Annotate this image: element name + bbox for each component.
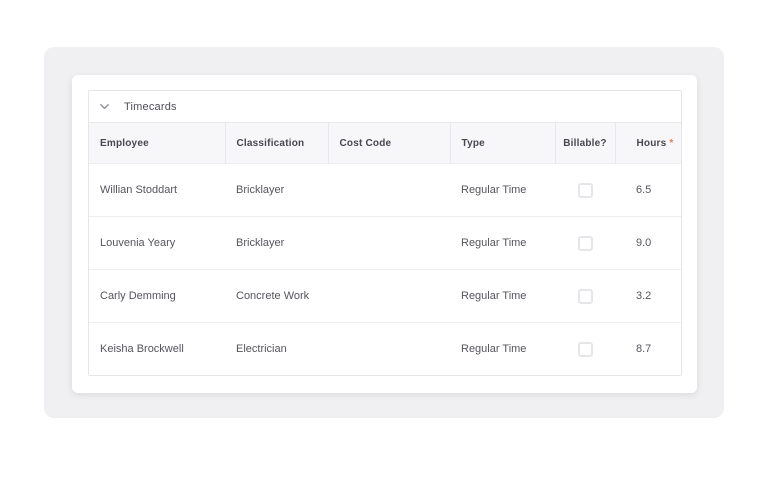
billable-cell — [555, 217, 615, 270]
type-cell: Regular Time — [450, 217, 555, 270]
billable-cell — [555, 323, 615, 376]
column-header-type: Type — [450, 123, 555, 164]
column-header-hours: Hours* — [615, 123, 681, 164]
cost-code-cell — [328, 323, 450, 376]
billable-checkbox[interactable] — [578, 183, 593, 198]
timecards-card: Timecards Employee Classification — [72, 75, 697, 393]
cost-code-cell — [328, 217, 450, 270]
table-header-row: Employee Classification Cost Code Type B — [89, 123, 681, 164]
type-cell: Regular Time — [450, 270, 555, 323]
billable-checkbox[interactable] — [578, 342, 593, 357]
billable-cell — [555, 164, 615, 217]
table-row: Carly Demming Concrete Work Regular Time… — [89, 270, 681, 323]
column-header-label: Classification — [237, 138, 305, 149]
column-header-employee: Employee — [89, 123, 225, 164]
column-header-label: Type — [462, 138, 485, 149]
table-row: Willian Stoddart Bricklayer Regular Time… — [89, 164, 681, 217]
cost-code-cell — [328, 164, 450, 217]
chevron-down-icon[interactable] — [99, 101, 110, 112]
employee-cell: Willian Stoddart — [89, 164, 225, 217]
table-row: Louvenia Yeary Bricklayer Regular Time 9… — [89, 217, 681, 270]
column-header-label: Hours — [637, 138, 667, 149]
column-header-label: Cost Code — [340, 138, 392, 149]
column-header-label: Billable? — [563, 138, 606, 149]
page-background-panel: Timecards Employee Classification — [44, 47, 724, 418]
type-cell: Regular Time — [450, 323, 555, 376]
classification-cell: Concrete Work — [225, 270, 328, 323]
timecards-collapse-header[interactable]: Timecards — [89, 91, 681, 122]
timecards-table: Employee Classification Cost Code Type B — [89, 122, 681, 375]
employee-cell: Louvenia Yeary — [89, 217, 225, 270]
hours-cell: 8.7 — [615, 323, 681, 376]
classification-cell: Bricklayer — [225, 217, 328, 270]
section-title: Timecards — [124, 101, 177, 113]
required-asterisk: * — [669, 138, 673, 149]
type-cell: Regular Time — [450, 164, 555, 217]
employee-cell: Keisha Brockwell — [89, 323, 225, 376]
billable-checkbox[interactable] — [578, 236, 593, 251]
billable-cell — [555, 270, 615, 323]
column-header-label: Employee — [100, 138, 149, 149]
hours-cell: 3.2 — [615, 270, 681, 323]
column-header-classification: Classification — [225, 123, 328, 164]
billable-checkbox[interactable] — [578, 289, 593, 304]
timecards-section: Timecards Employee Classification — [88, 90, 682, 376]
cost-code-cell — [328, 270, 450, 323]
table-row: Keisha Brockwell Electrician Regular Tim… — [89, 323, 681, 376]
employee-cell: Carly Demming — [89, 270, 225, 323]
hours-cell: 9.0 — [615, 217, 681, 270]
hours-cell: 6.5 — [615, 164, 681, 217]
column-header-cost-code: Cost Code — [328, 123, 450, 164]
classification-cell: Bricklayer — [225, 164, 328, 217]
classification-cell: Electrician — [225, 323, 328, 376]
column-header-billable: Billable? — [555, 123, 615, 164]
